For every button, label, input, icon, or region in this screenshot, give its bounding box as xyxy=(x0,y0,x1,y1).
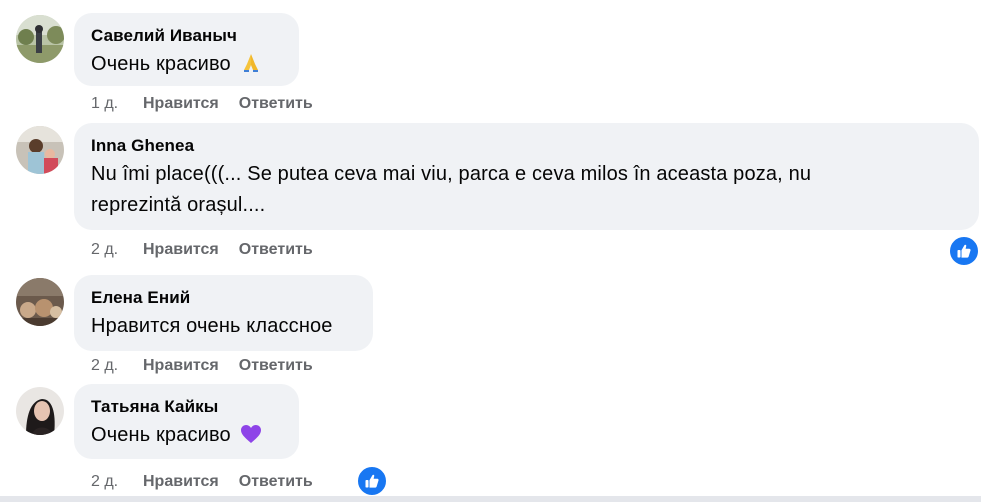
like-button[interactable]: Нравится xyxy=(143,94,219,114)
comment-text-line: Nu îmi place(((... Se putea ceva mai viu… xyxy=(91,163,812,185)
comment-bubble: Татьяна Кайкы Очень красиво xyxy=(74,384,299,459)
avatar[interactable] xyxy=(16,387,64,435)
comment-text: Нравится очень классное xyxy=(91,315,333,337)
avatar[interactable] xyxy=(16,15,64,63)
reply-button[interactable]: Ответить xyxy=(239,356,313,376)
comment-actions: 2 д. Нравится Ответить xyxy=(91,356,333,376)
avatar[interactable] xyxy=(16,278,64,326)
comment-author[interactable]: Inna Ghenea xyxy=(91,135,963,157)
like-reaction-icon[interactable] xyxy=(356,465,388,497)
comment-text: Очень красиво xyxy=(91,53,231,75)
comment-text: Очень красиво xyxy=(91,424,231,446)
comment-author[interactable]: Савелий Иваныч xyxy=(91,25,283,47)
scroll-edge xyxy=(0,496,981,502)
comment-timestamp[interactable]: 2 д. xyxy=(91,472,143,492)
comment-bubble: Елена Ений Нравится очень классное xyxy=(74,275,373,351)
like-button[interactable]: Нравится xyxy=(143,356,219,376)
like-reaction-icon[interactable] xyxy=(948,235,980,267)
purple-heart-emoji xyxy=(240,423,262,454)
reply-button[interactable]: Ответить xyxy=(239,472,313,492)
comment-author[interactable]: Татьяна Кайкы xyxy=(91,396,283,418)
comment-bubble: Inna Ghenea Nu îmi place(((... Se putea … xyxy=(74,123,979,230)
avatar[interactable] xyxy=(16,126,64,174)
comment-timestamp[interactable]: 1 д. xyxy=(91,94,143,114)
comment-text-line: reprezintă orașul.... xyxy=(91,194,266,216)
like-button[interactable]: Нравится xyxy=(143,240,219,260)
comment-timestamp[interactable]: 2 д. xyxy=(91,240,143,260)
reply-button[interactable]: Ответить xyxy=(239,94,313,114)
folded-hands-emoji xyxy=(240,51,262,83)
reply-button[interactable]: Ответить xyxy=(239,240,313,260)
like-button[interactable]: Нравится xyxy=(143,472,219,492)
comment-bubble: Савелий Иваныч Очень красиво xyxy=(74,13,299,86)
comment-actions: 1 д. Нравится Ответить xyxy=(91,94,333,114)
comment-actions: 2 д. Нравится Ответить xyxy=(91,240,333,260)
comment-author[interactable]: Елена Ений xyxy=(91,287,357,309)
comment-timestamp[interactable]: 2 д. xyxy=(91,356,143,376)
comment-actions: 2 д. Нравится Ответить xyxy=(91,472,333,492)
